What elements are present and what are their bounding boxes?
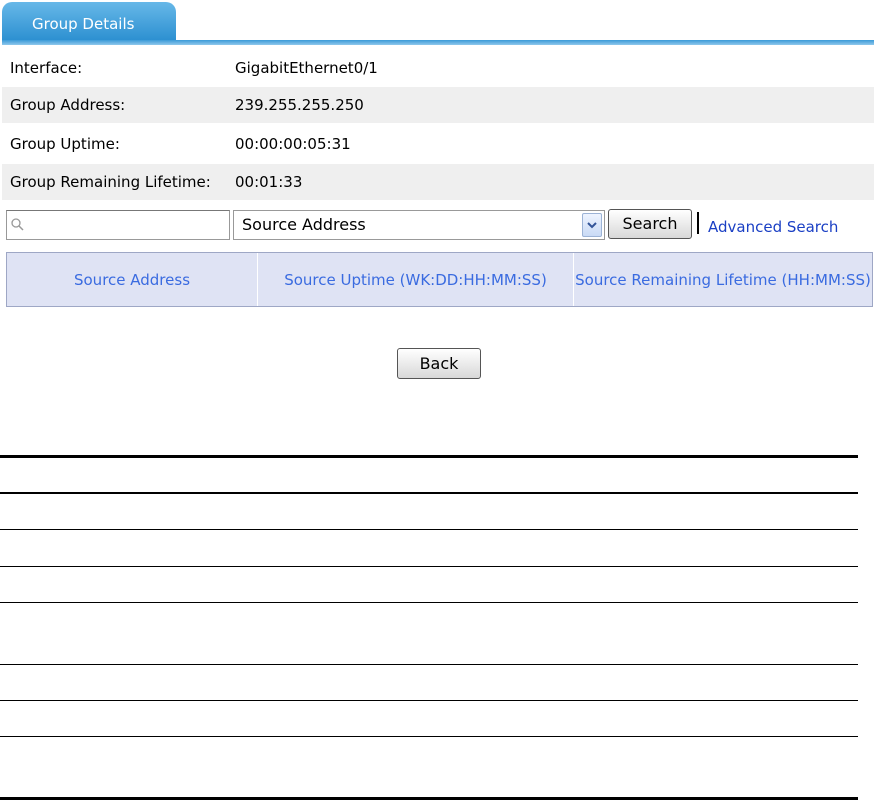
search-field-select[interactable]: Source Address — [233, 210, 605, 240]
search-button[interactable]: Search — [608, 209, 692, 239]
detail-row-remaining-lifetime: Group Remaining Lifetime: 00:01:33 — [2, 164, 874, 200]
table-bottom-border — [0, 797, 858, 800]
table-row-rule — [0, 700, 858, 701]
interface-value: GigabitEthernet0/1 — [235, 59, 378, 77]
search-field-value: Source Address — [242, 215, 366, 234]
source-table-header: Source Address Source Uptime (WK:DD:HH:M… — [6, 252, 873, 307]
table-top-border — [0, 455, 858, 458]
tab-bar: Group Details — [0, 0, 874, 46]
detail-row-interface: Interface: GigabitEthernet0/1 — [2, 50, 874, 86]
table-row-rule — [0, 566, 858, 567]
advanced-search-link[interactable]: Advanced Search — [708, 218, 838, 236]
table-header-rule — [0, 492, 858, 494]
interface-label: Interface: — [10, 59, 83, 77]
tab-underline — [2, 40, 874, 45]
remaining-lifetime-value: 00:01:33 — [235, 173, 303, 191]
column-source-address[interactable]: Source Address — [7, 253, 258, 306]
group-uptime-value: 00:00:00:05:31 — [235, 135, 351, 153]
detail-row-group-uptime: Group Uptime: 00:00:00:05:31 — [2, 126, 874, 162]
search-icon — [11, 218, 24, 231]
column-source-uptime[interactable]: Source Uptime (WK:DD:HH:MM:SS) — [258, 253, 574, 306]
search-input[interactable] — [6, 210, 230, 240]
tab-group-details[interactable]: Group Details — [2, 2, 176, 42]
column-source-remaining-lifetime[interactable]: Source Remaining Lifetime (HH:MM:SS) — [574, 253, 872, 306]
table-row-rule — [0, 529, 858, 530]
table-row-rule — [0, 602, 858, 603]
remaining-lifetime-label: Group Remaining Lifetime: — [10, 173, 211, 191]
chevron-down-icon[interactable] — [582, 213, 602, 237]
table-row-rule — [0, 664, 858, 665]
table-row-rule — [0, 736, 858, 737]
group-address-label: Group Address: — [10, 96, 126, 114]
group-address-value: 239.255.255.250 — [235, 96, 364, 114]
group-uptime-label: Group Uptime: — [10, 135, 120, 153]
separator — [697, 212, 699, 234]
detail-row-group-address: Group Address: 239.255.255.250 — [2, 87, 874, 123]
back-button[interactable]: Back — [397, 348, 481, 379]
